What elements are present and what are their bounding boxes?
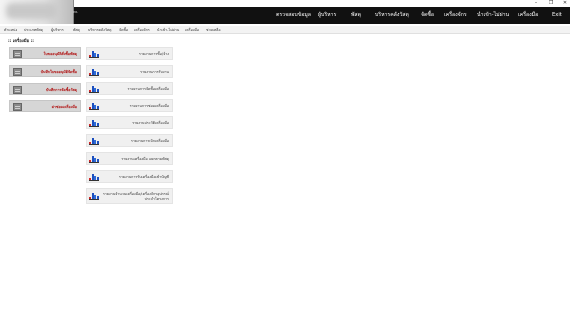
close-icon[interactable]: ✕ <box>559 0 570 6</box>
sub-menu-bar: ตำแหน่ง ประเภทพัสดุ ผู้บริหาร พัสดุ บริห… <box>0 26 570 34</box>
report-label: รายงานการเบิกเครื่องมือ <box>130 139 169 143</box>
document-icon <box>13 50 22 58</box>
report-link[interactable]: รายงานเครื่องมือ แยกตามพัสดุ <box>86 152 173 165</box>
report-link[interactable]: รายงานการรับเครื่องมือเข้าบัญชี <box>86 170 173 183</box>
menu-item-supplies[interactable]: พัสดุ <box>351 7 361 24</box>
report-label: รายงานการรับเครื่องมือเข้าบัญชี <box>118 175 169 179</box>
report-link[interactable]: รายงานจำนวนเครื่องมือ/เครื่องจักรอุปกรณ์… <box>86 188 173 204</box>
subnav-item[interactable]: บริหารคลังวัสดุ <box>88 26 111 34</box>
bar-chart-icon <box>89 120 99 127</box>
minimize-icon[interactable]: – <box>530 0 542 6</box>
category-button-requisition[interactable]: ใบขออนุมัติสั่งซื้อพัสดุ <box>9 47 81 59</box>
report-label: รายงานการรับงาน <box>140 70 169 74</box>
menu-item-tools[interactable]: เครื่องมือ <box>518 7 538 24</box>
subnav-item[interactable]: ผู้บริหาร <box>51 26 64 34</box>
report-link[interactable]: รายงานการจัดซื้อเครื่องมือ <box>86 82 173 95</box>
menu-item-machinery[interactable]: เครื่องจักร <box>444 7 467 24</box>
category-label: บันทึกการจัดซื้อวัสดุ <box>46 88 77 92</box>
document-icon <box>13 103 22 111</box>
logo-image <box>6 3 58 19</box>
report-link[interactable]: รายงานการซื้อ/จ้าง <box>86 47 173 60</box>
bar-chart-icon <box>89 86 99 93</box>
report-link[interactable]: รายงานการเบิกเครื่องมือ <box>86 134 173 147</box>
subnav-item[interactable]: เครื่องจักร <box>134 26 150 34</box>
menu-item-check[interactable]: ตรวจสอบข้อมูล <box>276 7 311 24</box>
subnav-item[interactable]: ตำแหน่ง <box>4 26 17 34</box>
bar-chart-icon <box>89 103 99 110</box>
subnav-item[interactable]: พัสดุ <box>73 26 80 34</box>
app-logo[interactable] <box>0 0 74 24</box>
report-link[interactable]: รายงานการรับงาน <box>86 65 173 78</box>
bar-chart-icon <box>89 138 99 145</box>
page-title: :: เครื่องมือ :: <box>8 38 34 43</box>
category-button-repair-cost[interactable]: ค่าซ่อมเครื่องมือ <box>9 100 81 112</box>
report-label: รายงานเครื่องมือ แยกตามพัสดุ <box>121 157 169 161</box>
category-button-approval[interactable]: บันทึกใบขออนุมัติจัดซื้อ <box>9 65 81 77</box>
bar-chart-icon <box>89 174 99 181</box>
category-label: บันทึกใบขออนุมัติจัดซื้อ <box>40 70 77 74</box>
menu-item-purchase[interactable]: จัดซื้อ <box>421 7 434 24</box>
report-label: รายงานประวัติเครื่องมือ <box>132 121 169 125</box>
menu-item-executive[interactable]: ผู้บริหาร <box>318 7 336 24</box>
bar-chart-icon <box>89 51 99 58</box>
document-icon <box>13 86 22 94</box>
category-label: ค่าซ่อมเครื่องมือ <box>51 105 77 109</box>
category-button-purchase-record[interactable]: บันทึกการจัดซื้อวัสดุ <box>9 83 81 95</box>
top-menu-bar: ตรวจสอบข้อมูล ผู้บริหาร พัสดุ บริหารคลัง… <box>0 7 570 24</box>
document-icon <box>13 68 22 76</box>
subnav-item[interactable]: จัดซื้อ <box>119 26 128 34</box>
maximize-icon[interactable]: ❐ <box>545 0 557 6</box>
subnav-item[interactable]: ประเภทพัสดุ <box>24 26 43 34</box>
report-label: รายงานการซ่อมเครื่องมือ <box>129 104 169 108</box>
logo-caption: P.R. <box>73 10 79 14</box>
report-link[interactable]: รายงานประวัติเครื่องมือ <box>86 116 173 129</box>
subnav-item[interactable]: เครื่องมือ <box>185 26 199 34</box>
category-label: ใบขออนุมัติสั่งซื้อพัสดุ <box>43 52 77 56</box>
menu-item-import[interactable]: นำเข้า-ไม่ผ่าน <box>477 7 509 24</box>
bar-chart-icon <box>89 156 99 163</box>
report-label: รายงานการจัดซื้อเครื่องมือ <box>127 87 169 91</box>
subnav-item[interactable]: นำเข้า-ไม่ผ่าน <box>157 26 179 34</box>
menu-item-exit[interactable]: Exit <box>552 7 562 24</box>
report-label: รายงานจำนวนเครื่องมือ/เครื่องจักรอุปกรณ์… <box>102 192 169 201</box>
subnav-item[interactable]: ช่วยเหลือ <box>206 26 221 34</box>
report-label: รายงานการซื้อ/จ้าง <box>138 52 169 56</box>
menu-item-warehouse[interactable]: บริหารคลังวัสดุ <box>375 7 409 24</box>
window-titlebar: – ❐ ✕ <box>0 0 570 7</box>
bar-chart-icon <box>89 69 99 76</box>
report-link[interactable]: รายงานการซ่อมเครื่องมือ <box>86 99 173 112</box>
